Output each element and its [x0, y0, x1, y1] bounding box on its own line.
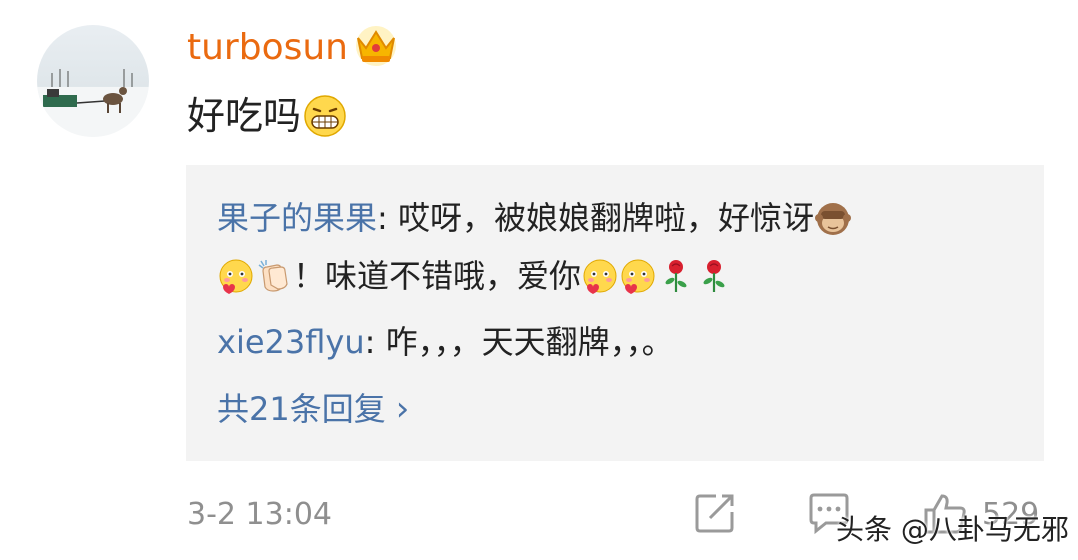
- reply-item[interactable]: xie23flyu: 咋，，，天天翻牌，，。: [217, 313, 1017, 371]
- view-more-replies-link[interactable]: 共21条回复 ›: [217, 379, 409, 439]
- rose-icon: [665, 260, 687, 292]
- reply-item[interactable]: 果子的果果: 哎呀，被娘娘翻牌啦，好惊讶 ！味道不错哦，爱你: [217, 189, 1017, 305]
- chevron-right-icon: ›: [395, 389, 410, 429]
- comment-timestamp: 3-2 13:04: [187, 497, 332, 532]
- clapping-hands-icon: [258, 260, 288, 292]
- reply-text: : 哎呀，被娘娘翻牌啦，好惊讶: [377, 199, 814, 237]
- username[interactable]: turbosun: [187, 26, 348, 70]
- comment-text: 好吃吗: [187, 94, 302, 138]
- reply-text: ！味道不错哦，爱你: [293, 257, 582, 295]
- see-no-evil-monkey-icon: [814, 203, 851, 235]
- comment-text-row: 好吃吗: [187, 92, 347, 140]
- replies-panel: 果子的果果: 哎呀，被娘娘翻牌啦，好惊讶 ！味道不错哦，爱你 xie23flyu…: [186, 165, 1044, 461]
- blush-heart-emoji-icon: [583, 259, 617, 294]
- reply-author[interactable]: 果子的果果: [217, 199, 377, 237]
- reply-text: : 咋，，，天天翻牌，，。: [364, 323, 674, 361]
- avatar-image: [37, 69, 149, 137]
- reply-author[interactable]: xie23flyu: [217, 323, 365, 361]
- rose-icon: [703, 260, 725, 292]
- share-icon[interactable]: [692, 490, 738, 536]
- crown-icon: [356, 26, 396, 66]
- blush-heart-emoji-icon: [621, 259, 655, 294]
- more-replies-label: 共21条回复: [217, 390, 386, 428]
- grin-emoji-icon: [304, 95, 346, 137]
- blush-heart-emoji-icon: [219, 259, 253, 294]
- avatar[interactable]: [37, 25, 149, 137]
- watermark: 头条 @八卦马无邪: [836, 513, 1069, 546]
